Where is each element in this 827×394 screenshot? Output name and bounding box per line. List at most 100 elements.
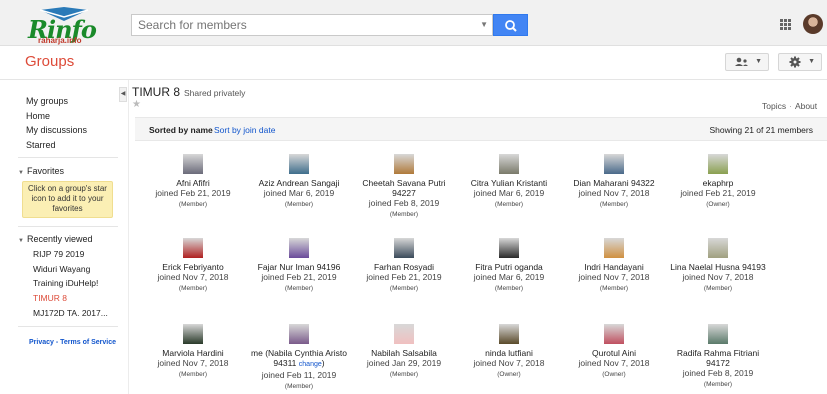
member-card[interactable]: Afni Afifri joined Feb 21, 2019 (Member) — [140, 154, 246, 210]
member-card[interactable]: Cheetah Savana Putri 94227 joined Feb 8, … — [351, 154, 457, 220]
recent-item-active[interactable]: TIMUR 8 — [33, 293, 67, 303]
member-role: (Member) — [178, 285, 208, 292]
member-card[interactable]: Lina Naelal Husna 94193 joined Nov 7, 201… — [665, 238, 771, 294]
member-card[interactable]: ekaphrp joined Feb 21, 2019 (Owner) — [665, 154, 771, 210]
member-role: (Member) — [703, 381, 733, 388]
member-name[interactable]: Indri Handayani — [561, 262, 667, 272]
collapse-sidebar-icon[interactable]: ◀ — [119, 87, 127, 102]
member-card[interactable]: Erick Febriyanto joined Nov 7, 2018 (Membe… — [140, 238, 246, 294]
search-input[interactable] — [132, 15, 472, 35]
page-title[interactable]: Groups — [25, 53, 74, 70]
search-box: ▼ — [131, 14, 493, 36]
sidebar-divider — [18, 157, 118, 158]
member-avatar[interactable] — [289, 154, 309, 174]
member-name[interactable]: Farhan Rosyadi — [351, 262, 457, 272]
member-name[interactable]: Dian Maharani 94322 — [561, 178, 667, 188]
member-avatar[interactable] — [289, 324, 309, 344]
member-avatar[interactable] — [499, 324, 519, 344]
recent-section-toggle[interactable]: ▼ Recently viewed — [18, 234, 92, 244]
member-card[interactable]: Marviola Hardini joined Nov 7, 2018 (Membe… — [140, 324, 246, 380]
member-joined-date: joined Nov 7, 2018 — [157, 358, 229, 368]
sort-by-join-date-link[interactable]: Sort by join date — [214, 125, 275, 135]
member-avatar[interactable] — [394, 154, 414, 174]
recent-item[interactable]: Training iDuHelp! — [33, 278, 98, 288]
member-actions-button[interactable]: ▼ — [725, 53, 769, 71]
member-role: (Member) — [284, 201, 314, 208]
member-name-text: Qurotul Aini — [592, 348, 636, 358]
settings-button[interactable]: ▼ — [778, 53, 822, 71]
sidebar-item-home[interactable]: Home — [26, 111, 50, 121]
member-avatar[interactable] — [394, 238, 414, 258]
member-card[interactable]: Aziz Andrean Sangaji joined Mar 6, 2019 (M… — [246, 154, 352, 210]
member-card[interactable]: Farhan Rosyadi joined Feb 21, 2019 (Member… — [351, 238, 457, 294]
sidebar-item-my-groups[interactable]: My groups — [26, 96, 68, 106]
member-role: (Member) — [389, 285, 419, 292]
member-name-text: Fitra Putri oganda — [475, 262, 543, 272]
member-name[interactable]: Radifa Rahma Fitriani 94172 — [665, 348, 771, 368]
member-name[interactable]: ninda lutfiani — [456, 348, 562, 358]
search-dropdown-icon[interactable]: ▼ — [480, 20, 488, 29]
member-avatar[interactable] — [289, 238, 309, 258]
recent-item[interactable]: RIJP 79 2019 — [33, 249, 84, 259]
group-title: TIMUR 8 — [132, 85, 180, 99]
member-name[interactable]: Citra Yulian Kristanti — [456, 178, 562, 188]
triangle-down-icon: ▼ — [18, 238, 24, 244]
member-name[interactable]: Fajar Nur Iman 94196 — [246, 262, 352, 272]
member-name-text: Citra Yulian Kristanti — [470, 178, 548, 188]
member-card[interactable]: Qurotul Aini joined Nov 7, 2018 (Owner) — [561, 324, 667, 380]
member-name[interactable]: Qurotul Aini — [561, 348, 667, 358]
member-avatar[interactable] — [604, 324, 624, 344]
member-card[interactable]: Fitra Putri oganda joined Mar 6, 2019 (Mem… — [456, 238, 562, 294]
member-card[interactable]: ninda lutfiani joined Nov 7, 2018 (Owner) — [456, 324, 562, 380]
member-name[interactable]: Erick Febriyanto — [140, 262, 246, 272]
account-avatar[interactable] — [803, 14, 823, 34]
member-name[interactable]: Nabilah Salsabila — [351, 348, 457, 358]
member-avatar[interactable] — [708, 238, 728, 258]
member-card[interactable]: Dian Maharani 94322 joined Nov 7, 2018 (Me… — [561, 154, 667, 210]
sidebar-item-starred[interactable]: Starred — [26, 140, 56, 150]
member-card[interactable]: Radifa Rahma Fitriani 94172 joined Feb 8,… — [665, 324, 771, 390]
sidebar-item-my-discussions[interactable]: My discussions — [26, 125, 87, 135]
member-avatar[interactable] — [499, 238, 519, 258]
recent-item[interactable]: MJ172D TA. 2017... — [33, 308, 108, 318]
member-avatar[interactable] — [183, 238, 203, 258]
member-joined-date: joined Nov 7, 2018 — [578, 188, 650, 198]
member-role: (Member) — [494, 201, 524, 208]
member-name[interactable]: Cheetah Savana Putri 94227 — [351, 178, 457, 198]
member-name[interactable]: me (Nabila Cynthia Aristo 94311 change) — [246, 348, 352, 370]
member-card[interactable]: me (Nabila Cynthia Aristo 94311 change) j… — [246, 324, 352, 392]
member-avatar[interactable] — [183, 324, 203, 344]
topics-link[interactable]: Topics — [762, 101, 786, 111]
member-card[interactable]: Nabilah Salsabila joined Jan 29, 2019 (Mem… — [351, 324, 457, 380]
member-avatar[interactable] — [708, 324, 728, 344]
member-name[interactable]: Lina Naelal Husna 94193 — [665, 262, 771, 272]
apps-grid-icon[interactable] — [780, 19, 791, 30]
member-name-text: Fajar Nur Iman 94196 — [257, 262, 341, 272]
group-links: Topics · About — [762, 101, 818, 111]
member-name[interactable]: ekaphrp — [665, 178, 771, 188]
member-name[interactable]: Aziz Andrean Sangaji — [246, 178, 352, 188]
member-name[interactable]: Fitra Putri oganda — [456, 262, 562, 272]
star-icon[interactable]: ★ — [132, 99, 141, 110]
rinfo-logo[interactable]: Rinfo raharja.info — [26, 4, 118, 45]
member-name-text: Lina Naelal Husna 94193 — [670, 262, 766, 272]
member-name[interactable]: Marviola Hardini — [140, 348, 246, 358]
member-card[interactable]: Citra Yulian Kristanti joined Mar 6, 2019… — [456, 154, 562, 210]
member-name-text: Marviola Hardini — [162, 348, 224, 358]
recent-item[interactable]: Widuri Wayang — [33, 264, 90, 274]
member-avatar[interactable] — [604, 238, 624, 258]
member-role: (Member) — [284, 383, 314, 390]
member-card[interactable]: Indri Handayani joined Nov 7, 2018 (Member… — [561, 238, 667, 294]
member-name[interactable]: Afni Afifri — [140, 178, 246, 188]
about-link[interactable]: About — [795, 101, 817, 111]
privacy-terms-link[interactable]: Privacy - Terms of Service — [29, 339, 116, 346]
change-name-link[interactable]: change — [299, 361, 322, 368]
member-avatar[interactable] — [394, 324, 414, 344]
member-avatar[interactable] — [499, 154, 519, 174]
member-avatar[interactable] — [183, 154, 203, 174]
member-card[interactable]: Fajar Nur Iman 94196 joined Feb 21, 2019 (… — [246, 238, 352, 294]
favorites-section-toggle[interactable]: ▼ Favorites — [18, 166, 64, 176]
member-avatar[interactable] — [604, 154, 624, 174]
member-avatar[interactable] — [708, 154, 728, 174]
search-button[interactable] — [493, 14, 528, 36]
